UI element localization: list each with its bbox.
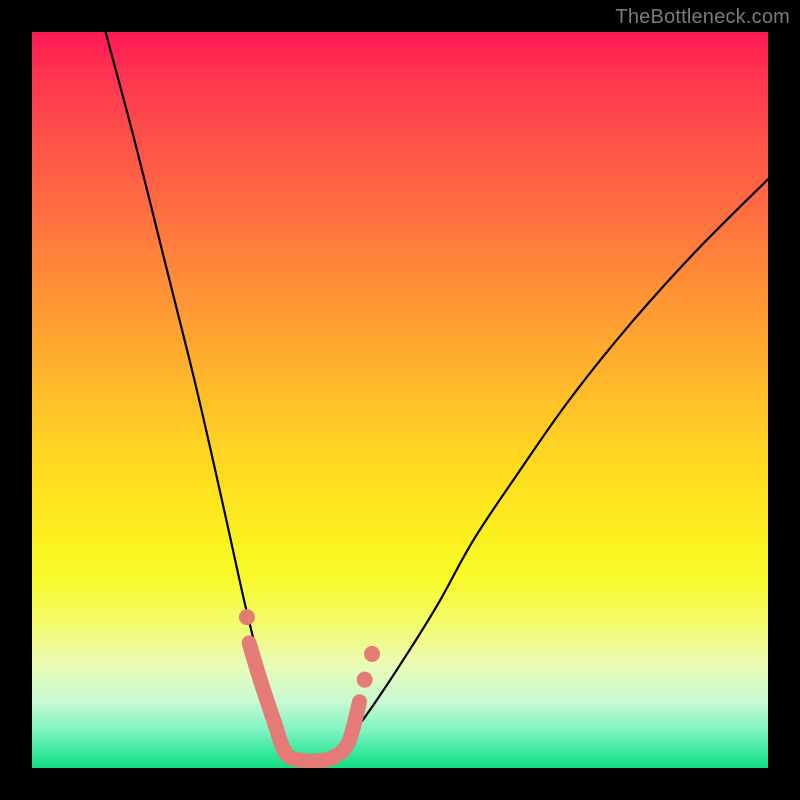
chart-frame: TheBottleneck.com bbox=[0, 0, 800, 800]
plot-area bbox=[32, 32, 768, 768]
watermark-text: TheBottleneck.com bbox=[615, 6, 790, 29]
highlight-dot-right-2 bbox=[364, 646, 380, 662]
highlight-dot-right-1 bbox=[357, 672, 373, 688]
chart-svg bbox=[32, 32, 768, 768]
highlight-bottom bbox=[249, 643, 359, 761]
highlight-dot-left bbox=[239, 609, 255, 625]
bottleneck-curve bbox=[106, 32, 768, 762]
